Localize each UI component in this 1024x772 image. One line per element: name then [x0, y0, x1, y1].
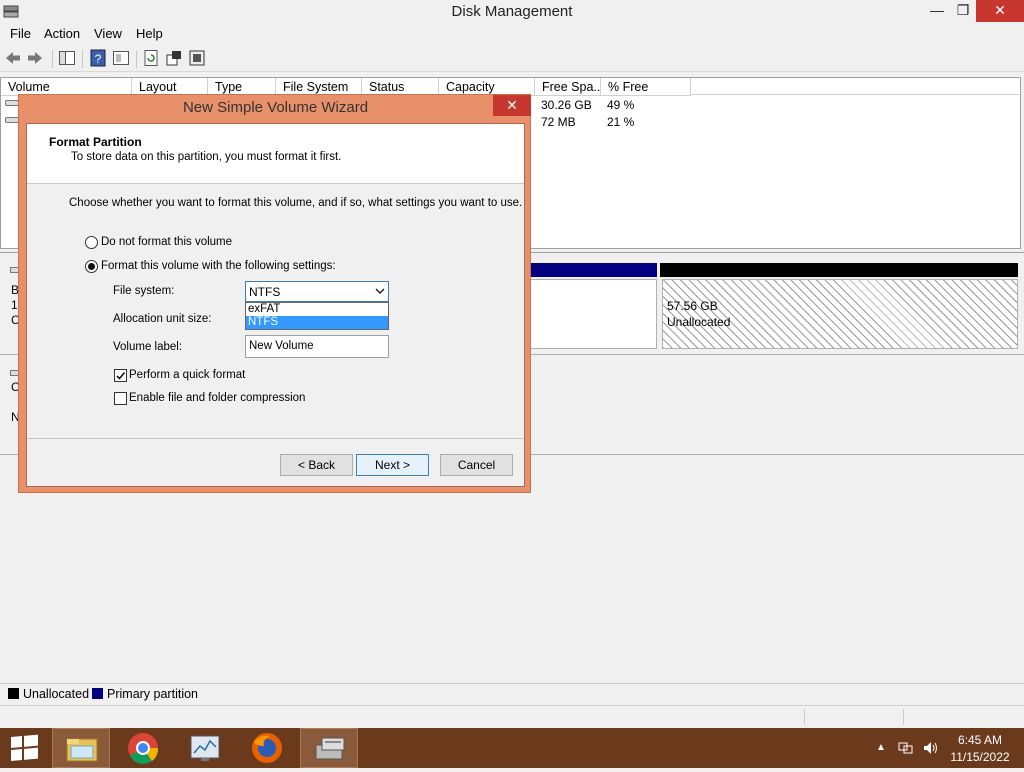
close-window-button[interactable]: ✕ [976, 0, 1024, 22]
dialog-divider [27, 438, 524, 439]
compression-label[interactable]: Enable file and folder compression [129, 392, 305, 404]
rescan-icon[interactable] [165, 49, 183, 67]
menu-help[interactable]: Help [136, 26, 163, 41]
clock-date[interactable]: 11/15/2022 [945, 750, 1015, 764]
status-bar [0, 705, 1024, 727]
back-icon[interactable] [4, 49, 22, 67]
refresh-icon[interactable] [142, 49, 160, 67]
toolbar-separator [136, 50, 137, 68]
console-tree-icon[interactable] [58, 49, 76, 67]
window-title: Disk Management [451, 3, 573, 20]
unallocated-size: 57.56 GB [667, 299, 718, 313]
toolbar-separator [52, 50, 53, 68]
radio-format[interactable] [85, 260, 98, 273]
column-type[interactable]: Type [208, 78, 276, 95]
wizard-header: Format Partition To store data on this p… [27, 124, 524, 184]
dialog-close-button[interactable]: ✕ [493, 95, 531, 116]
row1-percent-free: 49 % [607, 98, 635, 112]
menu-file[interactable]: File [10, 26, 31, 41]
file-system-select[interactable]: NTFS [245, 281, 389, 302]
status-divider [903, 709, 904, 725]
dropdown-option-exfat[interactable]: exFAT [246, 303, 388, 316]
menu-action[interactable]: Action [44, 26, 80, 41]
column-free-space[interactable]: Free Spa... [535, 78, 601, 95]
back-button[interactable]: < Back [280, 454, 353, 476]
status-divider [804, 709, 805, 725]
row2-free-space: 72 MB [541, 115, 576, 129]
row2-percent-free: 21 % [607, 115, 635, 129]
wizard-page-title: Format Partition [49, 135, 142, 149]
taskbar: ▲ 6:45 AM 11/15/2022 [0, 728, 1024, 768]
dialog-title: New Simple Volume Wizard [182, 99, 369, 116]
unallocated-block[interactable]: 57.56 GB Unallocated [662, 279, 1018, 349]
title-bar: Disk Management — ❐ ✕ [0, 0, 1024, 24]
menu-view[interactable]: View [94, 26, 122, 41]
radio-format-label[interactable]: Format this volume with the following se… [101, 260, 336, 272]
properties-icon[interactable] [112, 49, 130, 67]
volume-label-value: New Volume [249, 340, 314, 352]
legend-primary-swatch [92, 688, 103, 699]
cancel-button[interactable]: Cancel [440, 454, 513, 476]
chrome-icon[interactable] [114, 728, 172, 768]
legend-unallocated-label: Unallocated [23, 687, 90, 701]
disk-management-icon[interactable] [300, 728, 358, 768]
help-icon[interactable]: ? [89, 49, 107, 67]
forward-icon[interactable] [26, 49, 44, 67]
performance-monitor-icon[interactable] [176, 728, 234, 768]
chevron-down-icon [375, 284, 385, 301]
row1-free-space: 30.26 GB [541, 98, 592, 112]
file-system-value: NTFS [249, 285, 281, 299]
column-file-system[interactable]: File System [276, 78, 362, 95]
radio-do-not-format-label[interactable]: Do not format this volume [101, 236, 232, 248]
file-system-label: File system: [113, 285, 175, 297]
dropdown-option-ntfs[interactable]: NTFS [246, 316, 388, 329]
windows-start-icon[interactable] [0, 728, 58, 768]
column-percent-free[interactable]: % Free [601, 78, 691, 95]
file-explorer-icon[interactable] [52, 728, 110, 768]
unallocated-bar [660, 263, 1018, 277]
column-status[interactable]: Status [362, 78, 439, 95]
column-capacity[interactable]: Capacity [439, 78, 535, 95]
primary-partition-bar [531, 263, 657, 277]
new-simple-volume-wizard: New Simple Volume Wizard ✕ Format Partit… [18, 94, 531, 493]
menu-bar: File Action View Help [0, 23, 1024, 45]
volume-drive-icon [5, 100, 19, 106]
quick-format-label[interactable]: Perform a quick format [129, 369, 245, 381]
disk0-size: 1 [11, 298, 18, 312]
scroll-indicator[interactable] [1007, 228, 1019, 246]
legend: Unallocated Primary partition [0, 683, 1024, 703]
network-icon[interactable] [898, 740, 914, 759]
settings-icon[interactable] [188, 49, 206, 67]
firefox-icon[interactable] [238, 728, 296, 768]
primary-partition-block[interactable] [531, 279, 657, 349]
toolbar: ? [0, 46, 1024, 72]
unallocated-label: Unallocated [667, 315, 731, 329]
wizard-page-subtitle: To store data on this partition, you mus… [71, 151, 342, 163]
checkmark-icon [116, 371, 126, 380]
column-volume[interactable]: Volume [1, 78, 132, 95]
volume-label-input[interactable]: New Volume [245, 335, 389, 358]
toolbar-separator [82, 50, 83, 68]
show-hidden-icons-icon[interactable]: ▲ [876, 742, 886, 753]
svg-text:?: ? [95, 52, 102, 66]
legend-primary-label: Primary partition [107, 687, 198, 701]
compression-checkbox[interactable] [114, 392, 127, 405]
instruction-text: Choose whether you want to format this v… [69, 197, 523, 209]
file-system-dropdown-list: exFAT NTFS [245, 302, 389, 330]
volume-icon[interactable] [922, 740, 940, 759]
column-filler [691, 78, 1020, 95]
quick-format-checkbox[interactable] [114, 369, 127, 382]
legend-unallocated-swatch [8, 688, 19, 699]
clock-time[interactable]: 6:45 AM [950, 733, 1010, 747]
volume-drive-icon [5, 117, 19, 123]
allocation-unit-label: Allocation unit size: [113, 313, 212, 325]
volume-label-label: Volume label: [113, 341, 183, 353]
next-button[interactable]: Next > [356, 454, 429, 476]
column-layout[interactable]: Layout [132, 78, 208, 95]
dialog-body: Format Partition To store data on this p… [26, 123, 525, 487]
radio-do-not-format[interactable] [85, 236, 98, 249]
